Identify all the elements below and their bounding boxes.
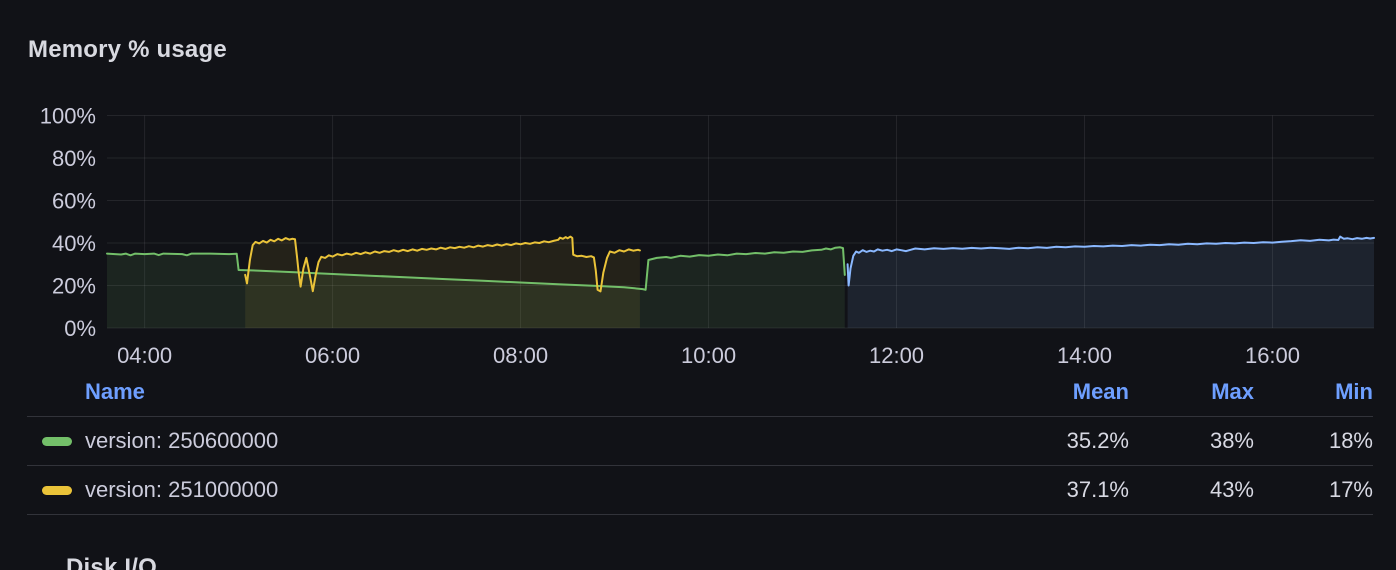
legend-header-max[interactable]: Max: [1129, 379, 1254, 405]
series-color-swatch-yellow[interactable]: [42, 486, 72, 495]
series-color-swatch-green[interactable]: [42, 437, 72, 446]
x-axis-tick-label: 16:00: [1245, 343, 1300, 368]
y-axis-tick-label: 40%: [52, 231, 96, 256]
memory-usage-chart[interactable]: 0% 20% 40% 60% 80% 100% 04:00 06:00 08:00 10:00 12…: [0, 0, 1396, 368]
legend-series-name[interactable]: version: 251000000: [27, 477, 999, 503]
panel-title-disk-io[interactable]: Disk I/O: [66, 554, 157, 570]
x-axis-tick-label: 10:00: [681, 343, 736, 368]
series-min-value: 18%: [1254, 428, 1373, 454]
y-axis-tick-label: 80%: [52, 146, 96, 171]
series-min-value: 17%: [1254, 477, 1373, 503]
x-axis-tick-label: 06:00: [305, 343, 360, 368]
y-axis-tick-label: 60%: [52, 189, 96, 214]
series-label[interactable]: version: 251000000: [85, 477, 278, 503]
x-axis-tick-label: 04:00: [117, 343, 172, 368]
grafana-dashboard: Memory % usage 0%20%40%60%80%100%04:0006…: [0, 0, 1396, 570]
x-axis-tick-label: 12:00: [869, 343, 924, 368]
legend-row-version-250600000: version: 250600000 35.2% 38% 18%: [27, 417, 1373, 466]
legend-header-row: Name Mean Max Min: [27, 368, 1373, 417]
x-axis-tick-label: 14:00: [1057, 343, 1112, 368]
series-mean-value: 37.1%: [999, 477, 1129, 503]
legend-header-mean[interactable]: Mean: [999, 379, 1129, 405]
legend-series-name[interactable]: version: 250600000: [27, 428, 999, 454]
series-max-value: 38%: [1129, 428, 1254, 454]
series-label[interactable]: version: 250600000: [85, 428, 278, 454]
x-axis-tick-label: 08:00: [493, 343, 548, 368]
legend-row-version-251000000: version: 251000000 37.1% 43% 17%: [27, 466, 1373, 515]
series-mean-value: 35.2%: [999, 428, 1129, 454]
legend-header-name[interactable]: Name: [27, 379, 999, 405]
legend-table: Name Mean Max Min version: 250600000 35.…: [27, 368, 1373, 515]
y-axis-tick-label: 0%: [64, 316, 96, 341]
series-swatch-cell: [27, 486, 85, 495]
y-axis-tick-label: 20%: [52, 274, 96, 299]
legend-header-min[interactable]: Min: [1254, 379, 1373, 405]
y-axis-tick-label: 100%: [40, 104, 96, 129]
series-max-value: 43%: [1129, 477, 1254, 503]
series-swatch-cell: [27, 437, 85, 446]
